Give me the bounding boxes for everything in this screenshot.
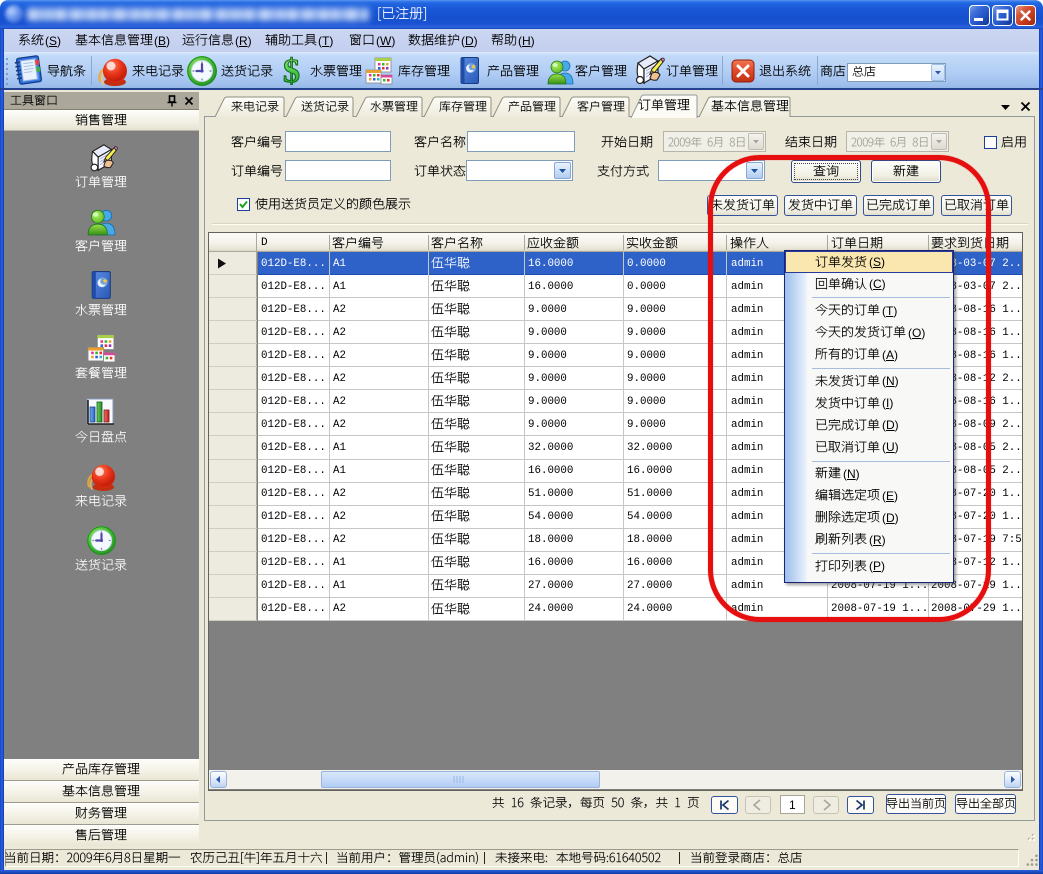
svg-text:$: $	[283, 55, 300, 87]
